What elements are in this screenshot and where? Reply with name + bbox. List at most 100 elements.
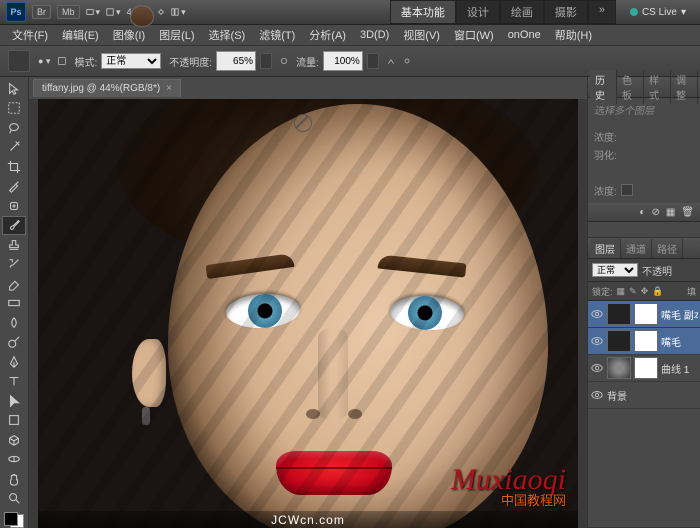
fill-label: 填 — [687, 285, 696, 298]
close-tab-icon[interactable]: × — [166, 83, 172, 94]
layer-name: 背景 — [607, 388, 698, 403]
dodge-tool[interactable] — [2, 333, 26, 353]
visibility-icon[interactable] — [590, 388, 604, 402]
menu-image[interactable]: 图像(I) — [107, 25, 151, 45]
path-select-tool[interactable] — [2, 391, 26, 411]
document-tabs: tiffany.jpg @ 44%(RGB/8*) × — [29, 77, 587, 99]
menu-onone[interactable]: onOne — [502, 27, 547, 43]
minibridge-button[interactable]: Mb — [57, 5, 80, 19]
pen-tool[interactable] — [2, 352, 26, 372]
wand-tool[interactable] — [2, 138, 26, 158]
layers-tab[interactable]: 图层 — [590, 239, 621, 258]
workspace-photo[interactable]: 摄影 — [544, 0, 588, 24]
layer-thumb — [607, 303, 631, 325]
history-brush-tool[interactable] — [2, 255, 26, 275]
lock-move-icon[interactable]: ✥ — [641, 286, 649, 297]
brush-panel-button[interactable] — [58, 57, 66, 65]
lock-pixels-icon[interactable]: ▦ — [617, 286, 626, 297]
hand-tool-button[interactable] — [157, 8, 165, 16]
lock-label: 锁定: — [592, 285, 613, 298]
app-logo: Ps — [6, 2, 26, 22]
brush-tool[interactable] — [2, 216, 26, 236]
workspace-design[interactable]: 设计 — [456, 0, 500, 24]
channels-tab[interactable]: 通道 — [621, 239, 652, 258]
pressure-size-button[interactable] — [403, 57, 411, 65]
menu-select[interactable]: 选择(S) — [203, 25, 252, 45]
history-hint: 选择多个图层 — [594, 102, 694, 117]
layer-row-1[interactable]: 嘴毛 副本 — [588, 301, 700, 328]
marquee-tool[interactable] — [2, 99, 26, 119]
layer-name: 曲线 1 — [661, 361, 698, 376]
workspace-more[interactable]: » — [588, 0, 616, 24]
workspace-paint[interactable]: 绘画 — [500, 0, 544, 24]
visibility-icon[interactable] — [590, 307, 604, 321]
document-tab[interactable]: tiffany.jpg @ 44%(RGB/8*) × — [33, 79, 181, 97]
menu-file[interactable]: 文件(F) — [6, 25, 54, 45]
brush-preset-dropdown[interactable]: ● ▾ — [38, 56, 50, 67]
density-label: 浓度: — [594, 129, 617, 144]
heal-tool[interactable] — [2, 196, 26, 216]
density2-label: 浓度: — [594, 183, 617, 198]
lock-brush-icon[interactable]: ✎ — [629, 286, 637, 297]
3d-camera-tool[interactable] — [2, 450, 26, 470]
caption-text: 中国教程网 — [501, 490, 566, 509]
move-tool[interactable] — [2, 79, 26, 99]
workspace-basic[interactable]: 基本功能 — [390, 0, 456, 24]
menu-view[interactable]: 视图(V) — [397, 25, 446, 45]
crop-tool[interactable] — [2, 157, 26, 177]
menu-window[interactable]: 窗口(W) — [448, 25, 500, 45]
arrange-docs-dropdown[interactable]: ▾ — [171, 7, 186, 18]
layer-thumb — [607, 330, 631, 352]
layer-row-3[interactable]: 曲线 1 — [588, 355, 700, 382]
hand-tool[interactable] — [2, 469, 26, 489]
adjustment-thumb — [607, 357, 631, 379]
current-tool-icon[interactable] — [8, 50, 30, 72]
bridge-button[interactable]: Br — [32, 5, 51, 19]
opacity-input[interactable] — [216, 51, 256, 71]
blend-mode-select[interactable]: 正常 — [101, 53, 161, 69]
menu-layer[interactable]: 图层(L) — [153, 25, 200, 45]
lock-all-icon[interactable]: 🔒 — [652, 286, 663, 297]
workspace-tabs: 基本功能 设计 绘画 摄影 » — [390, 0, 616, 24]
type-tool[interactable] — [2, 372, 26, 392]
canvas[interactable]: Muxiaoqi 中国教程网 JCWcn.com — [29, 99, 587, 528]
mode-label: 模式: — [74, 54, 97, 69]
gradient-tool[interactable] — [2, 294, 26, 314]
menu-edit[interactable]: 编辑(E) — [56, 25, 105, 45]
color-swatches[interactable] — [4, 512, 24, 528]
screen-mode-dropdown[interactable]: ▾ — [106, 7, 121, 18]
flow-arrow[interactable] — [367, 53, 379, 69]
mask-thumb — [634, 330, 658, 352]
stamp-tool[interactable] — [2, 235, 26, 255]
mask-thumb — [634, 357, 658, 379]
menu-filter[interactable]: 滤镜(T) — [253, 25, 301, 45]
opacity-arrow[interactable] — [260, 53, 272, 69]
flow-input[interactable] — [323, 51, 363, 71]
shape-tool[interactable] — [2, 411, 26, 431]
visibility-icon[interactable] — [590, 361, 604, 375]
panel-trash-icon[interactable]: 🗑 — [681, 207, 694, 218]
layer-row-2[interactable]: 嘴毛 — [588, 328, 700, 355]
pressure-opacity-button[interactable] — [280, 57, 288, 65]
menu-bar: 文件(F) 编辑(E) 图像(I) 图层(L) 选择(S) 滤镜(T) 分析(A… — [0, 25, 700, 46]
layer-blend-select[interactable]: 正常 — [592, 263, 638, 277]
menu-analysis[interactable]: 分析(A) — [303, 25, 352, 45]
lasso-tool[interactable] — [2, 118, 26, 138]
airbrush-button[interactable] — [387, 57, 395, 65]
blur-tool[interactable] — [2, 313, 26, 333]
panel-icon-3[interactable]: ▦ — [666, 207, 675, 218]
cslive-button[interactable]: CS Live ▾ — [622, 7, 694, 18]
menu-help[interactable]: 帮助(H) — [549, 25, 598, 45]
zoom-tool[interactable] — [2, 489, 26, 509]
view-extras-dropdown[interactable]: ▾ — [86, 7, 101, 18]
eraser-tool[interactable] — [2, 274, 26, 294]
menu-3d[interactable]: 3D(D) — [354, 27, 395, 43]
eyedropper-tool[interactable] — [2, 177, 26, 197]
visibility-icon[interactable] — [590, 334, 604, 348]
panel-icon-1[interactable]: ◐ — [639, 207, 645, 218]
paths-tab[interactable]: 路径 — [652, 239, 683, 258]
3d-tool[interactable] — [2, 430, 26, 450]
panels: 历史 色板 样式 调整 选择多个图层 浓度: 羽化: 浓度: ◐ ⊘ ▦ 🗑 — [587, 77, 700, 528]
panel-icon-2[interactable]: ⊘ — [651, 207, 659, 218]
layer-row-4[interactable]: 背景 — [588, 382, 700, 409]
